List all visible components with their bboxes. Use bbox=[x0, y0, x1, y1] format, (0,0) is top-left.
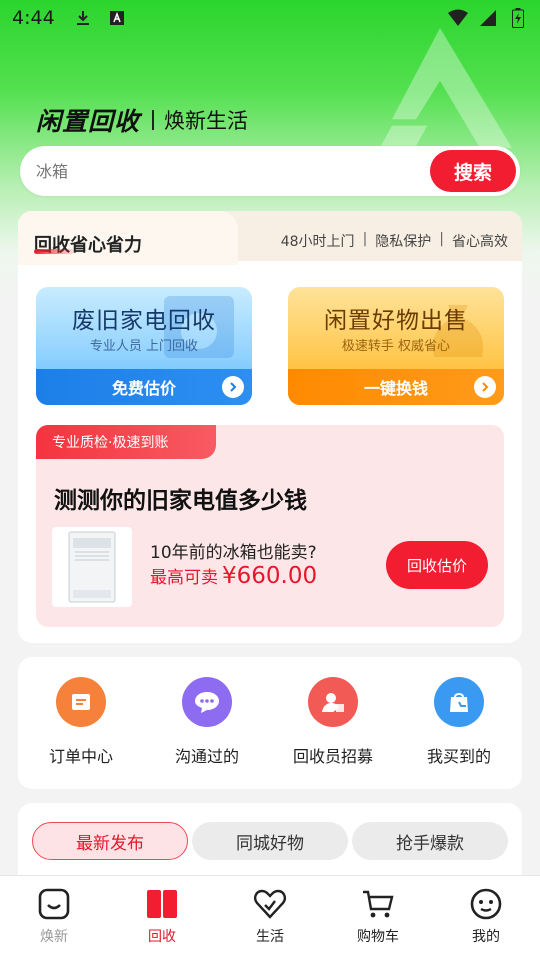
price-row: 最高可卖 ¥660.00 bbox=[150, 563, 317, 589]
recycle-section: 回收省心省力 48小时上门 | 隐私保护 | 省心高效 废旧家电回收 专业人员 … bbox=[18, 211, 522, 643]
title-underline bbox=[34, 249, 74, 254]
quick-label: 我买到的 bbox=[426, 747, 491, 766]
search-bar: 搜索 bbox=[20, 146, 520, 196]
feature-item: 省心高效 bbox=[452, 234, 508, 250]
option-subtitle: 专业人员 上门回收 bbox=[89, 339, 199, 354]
bottom-nav: 焕新 回收 生活 购物车 我的 bbox=[0, 875, 540, 960]
appliance-recycle-card[interactable]: 废旧家电回收 专业人员 上门回收 免费估价 bbox=[36, 287, 252, 405]
option-title: 废旧家电回收 bbox=[72, 308, 216, 334]
option-action-label: 一键换钱 bbox=[363, 379, 428, 398]
feature-item: 48小时上门 bbox=[280, 234, 355, 250]
brand: 闲置回收 焕新生活 bbox=[36, 102, 248, 138]
option-subtitle: 极速转手 权威省心 bbox=[341, 339, 451, 354]
feature-item: 隐私保护 bbox=[375, 234, 432, 250]
cart-icon bbox=[360, 886, 396, 922]
order-icon bbox=[56, 677, 106, 727]
nav-item-life[interactable]: 生活 bbox=[220, 876, 320, 960]
nav-label: 焕新 bbox=[40, 929, 68, 945]
tab-hot-items[interactable]: 抢手爆款 bbox=[352, 822, 508, 860]
brand-name: 闲置回收 bbox=[36, 107, 141, 136]
product-name: 10年前的冰箱也能卖? bbox=[150, 543, 317, 563]
one-click-cash-button[interactable]: 一键换钱 bbox=[288, 369, 504, 405]
status-time: 4:44 bbox=[12, 7, 55, 29]
tab-latest[interactable]: 最新发布 bbox=[32, 822, 188, 860]
nav-item-cart[interactable]: 购物车 bbox=[328, 876, 428, 960]
shopping-bag-icon bbox=[434, 677, 484, 727]
price-estimate-card[interactable]: 专业质检·极速到账 测测你的旧家电值多少钱 10年前的冰箱也能卖? 最高可卖 ¥… bbox=[36, 425, 504, 627]
tab-local-goods[interactable]: 同城好物 bbox=[192, 822, 348, 860]
accessibility-icon bbox=[107, 8, 127, 28]
quick-label: 订单中心 bbox=[48, 747, 113, 766]
renew-icon bbox=[36, 886, 72, 922]
quick-label: 回收员招募 bbox=[292, 747, 373, 766]
feature-separator: | bbox=[439, 231, 444, 247]
chevron-right-icon bbox=[474, 376, 496, 398]
nav-item-recycle[interactable]: 回收 bbox=[112, 876, 212, 960]
feed-tabs: 最新发布 同城好物 抢手爆款 bbox=[18, 803, 522, 883]
wifi-icon bbox=[448, 8, 468, 28]
recycle-estimate-button[interactable]: 回收估价 bbox=[386, 541, 488, 589]
air-conditioner-image bbox=[52, 527, 132, 607]
free-estimate-button[interactable]: 免费估价 bbox=[36, 369, 252, 405]
status-bar: 4:44 bbox=[0, 0, 540, 36]
quick-item-purchased[interactable]: 我买到的 bbox=[399, 677, 519, 767]
download-icon bbox=[73, 8, 93, 28]
battery-icon bbox=[508, 8, 528, 28]
profile-icon bbox=[468, 886, 504, 922]
nav-label: 生活 bbox=[256, 929, 284, 945]
nav-label: 我的 bbox=[472, 929, 500, 945]
signal-icon bbox=[478, 8, 498, 28]
recycle-features: 48小时上门 | 隐私保护 | 省心高效 bbox=[281, 231, 508, 251]
feature-separator: | bbox=[362, 231, 368, 247]
estimate-title: 测测你的旧家电值多少钱 bbox=[54, 488, 307, 514]
chat-icon bbox=[182, 677, 232, 727]
nav-item-profile[interactable]: 我的 bbox=[436, 876, 536, 960]
quick-item-orders[interactable]: 订单中心 bbox=[21, 677, 141, 767]
option-action-label: 免费估价 bbox=[111, 379, 176, 398]
idle-goods-sale-card[interactable]: 闲置好物出售 极速转手 权威省心 一键换钱 bbox=[288, 287, 504, 405]
nav-label: 购物车 bbox=[357, 929, 399, 945]
search-input[interactable] bbox=[20, 161, 430, 181]
heart-icon bbox=[252, 886, 288, 922]
quick-item-chats[interactable]: 沟通过的 bbox=[147, 677, 267, 767]
quick-menu: 订单中心 沟通过的 回收员招募 我买到的 bbox=[18, 657, 522, 789]
recruit-icon bbox=[308, 677, 358, 727]
chevron-right-icon bbox=[222, 376, 244, 398]
recycle-book-icon bbox=[144, 886, 180, 922]
brand-slogan: 焕新生活 bbox=[164, 109, 249, 133]
search-button[interactable]: 搜索 bbox=[430, 150, 516, 192]
nav-item-renew[interactable]: 焕新 bbox=[4, 876, 104, 960]
brand-divider bbox=[152, 110, 155, 130]
estimate-tag: 专业质检·极速到账 bbox=[36, 425, 216, 459]
quick-item-recruit[interactable]: 回收员招募 bbox=[273, 677, 393, 767]
price-label: 最高可卖 bbox=[150, 568, 218, 588]
option-title: 闲置好物出售 bbox=[324, 308, 468, 334]
price-value: ¥660.00 bbox=[222, 563, 318, 589]
quick-label: 沟通过的 bbox=[174, 747, 239, 766]
nav-label: 回收 bbox=[148, 929, 176, 945]
